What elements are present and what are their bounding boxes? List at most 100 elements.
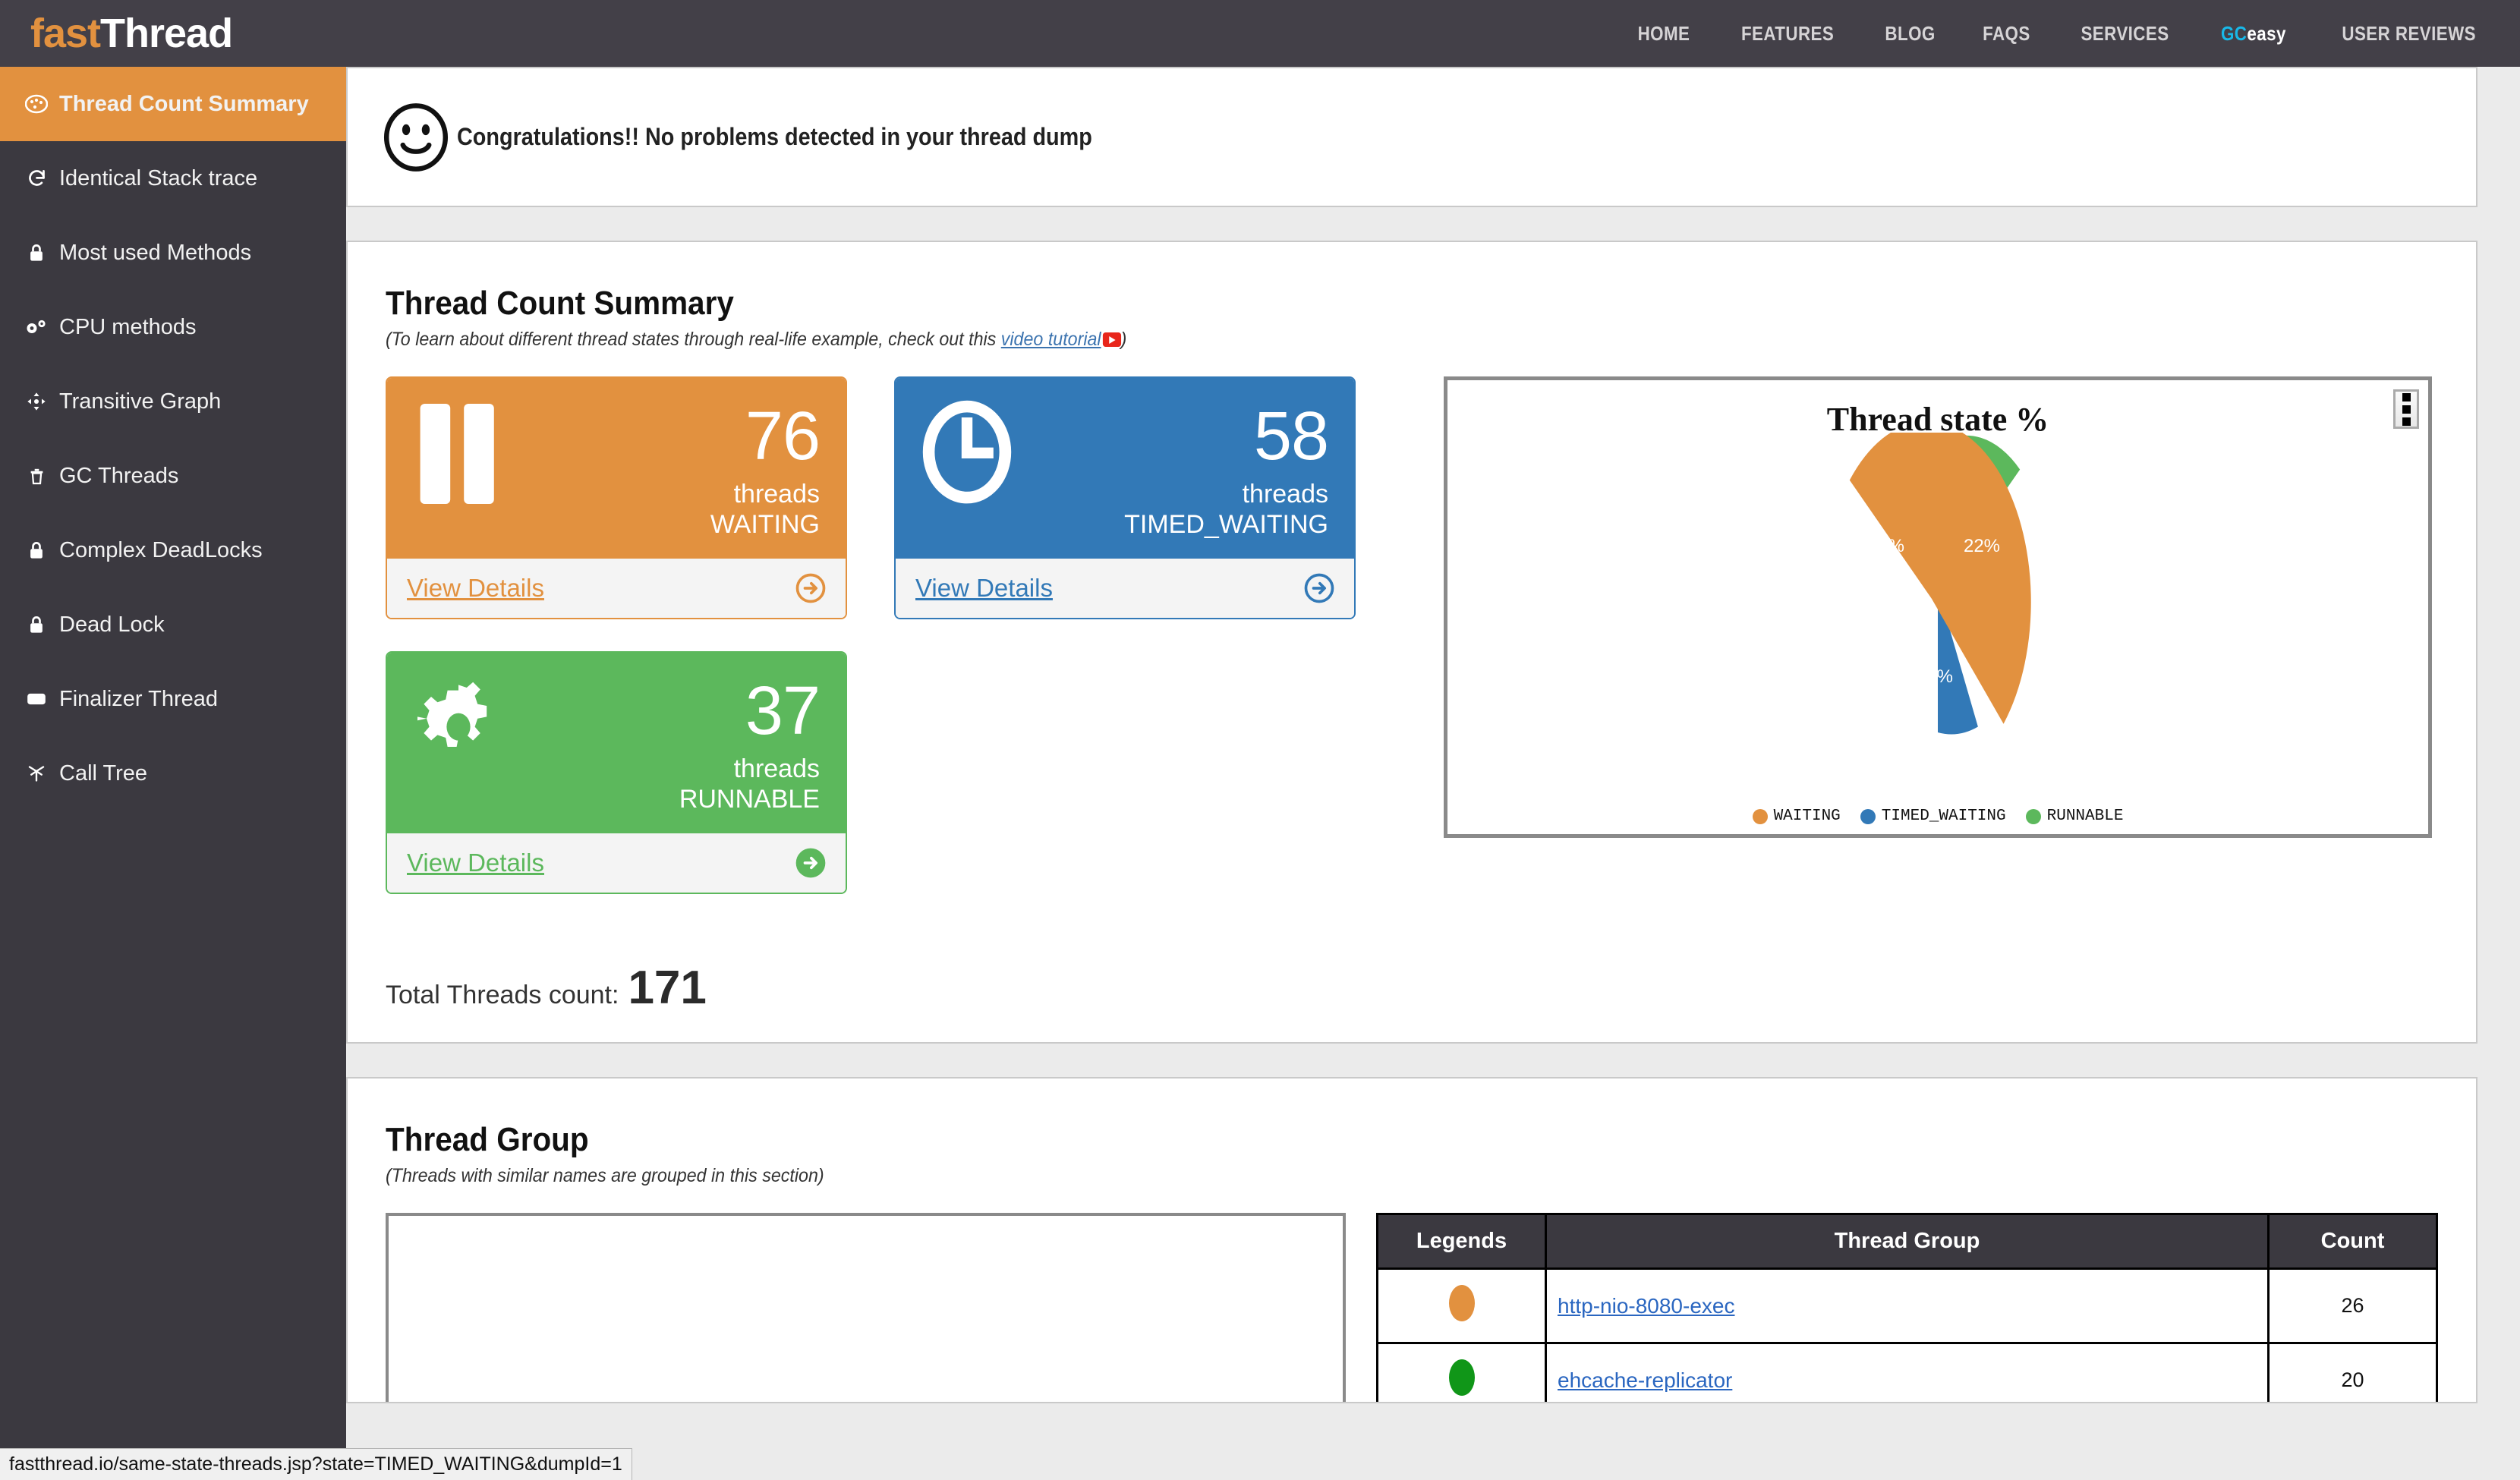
nav-gceasy-gc: GC	[2220, 21, 2248, 45]
youtube-icon[interactable]	[1102, 332, 1121, 347]
arrow-circle-right-icon[interactable]	[795, 573, 826, 603]
card-timed-waiting-footer[interactable]: View Details	[896, 559, 1354, 618]
card-runnable-view-details-link[interactable]: View Details	[407, 849, 544, 877]
sidebar-item-dead-lock[interactable]: Dead Lock	[0, 587, 346, 662]
nav-gceasy[interactable]: GCeasy	[2221, 22, 2286, 46]
nav-user-reviews[interactable]: USER REVIEWS	[2342, 22, 2476, 46]
nav-gceasy-easy: easy	[2247, 21, 2286, 45]
thread-group-link[interactable]: ehcache-replicator	[1558, 1368, 1732, 1392]
pie-chart-canvas: 22% 34% 44%	[1447, 433, 2428, 751]
main-content-area: Congratulations!! No problems detected i…	[346, 67, 2520, 1480]
row-count-cell: 20	[2267, 1342, 2438, 1402]
vertical-dots-menu-icon[interactable]	[2393, 389, 2419, 429]
status-bar-url: fastthread.io/same-state-threads.jsp?sta…	[9, 1453, 622, 1475]
sidebar-navigation: Thread Count Summary Identical Stack tra…	[0, 67, 346, 1480]
sidebar-item-transitive-graph[interactable]: Transitive Graph	[0, 364, 346, 439]
sidebar-item-cpu-methods[interactable]: CPU methods	[0, 290, 346, 364]
thread-group-title: Thread Group	[386, 1121, 589, 1158]
nav-services[interactable]: SERVICES	[2081, 22, 2169, 46]
logo-text-thread: Thread	[100, 11, 233, 56]
card-timed-waiting-unit: threads	[1242, 480, 1328, 509]
sidebar-item-call-tree[interactable]: Call Tree	[0, 736, 346, 811]
thread-group-pie-svg: 9.8% 7.3%	[389, 1216, 1346, 1403]
legend-item-timed-waiting[interactable]: TIMED_WAITING	[1860, 808, 2006, 825]
square-icon	[21, 691, 52, 707]
card-waiting-state: WAITING	[710, 510, 820, 539]
pie-chart-legend: WAITING TIMED_WAITING RUNNABLE	[1447, 808, 2428, 825]
arrow-circle-right-icon[interactable]	[1304, 573, 1334, 603]
top-navigation-bar: fastThread HOME FEATURES BLOG FAQS SERVI…	[0, 0, 2520, 67]
gear-icon	[417, 682, 487, 747]
pie-chart-svg: 22% 34% 44%	[1849, 433, 2031, 735]
gears-icon	[21, 317, 52, 338]
card-waiting-footer[interactable]: View Details	[387, 559, 846, 618]
sidebar-item-identical-stack-trace[interactable]: Identical Stack trace	[0, 141, 346, 216]
summary-body: 76 threads WAITING View Details 58 threa…	[348, 376, 2476, 926]
congratulations-message: Congratulations!! No problems detected i…	[457, 123, 1092, 150]
total-threads-value: 171	[628, 962, 707, 1014]
palette-icon	[21, 94, 52, 114]
row-thread-group-cell: http-nio-8080-exec	[1545, 1267, 2270, 1344]
sidebar-item-finalizer-thread[interactable]: Finalizer Thread	[0, 662, 346, 736]
legend-item-runnable[interactable]: RUNNABLE	[2025, 808, 2124, 825]
card-waiting-unit: threads	[733, 480, 820, 509]
video-tutorial-link[interactable]: video tutorial	[1001, 329, 1101, 350]
card-waiting-view-details-link[interactable]: View Details	[407, 574, 544, 603]
pause-icon	[420, 404, 494, 504]
smiley-face-icon	[383, 102, 449, 172]
legend-item-waiting[interactable]: WAITING	[1752, 808, 1841, 825]
legend-dot-timed-waiting	[1860, 808, 1876, 824]
sidebar-item-most-used-methods[interactable]: Most used Methods	[0, 216, 346, 290]
table-row: ehcache-replicator 20	[1376, 1342, 2438, 1402]
sidebar-label-complex-deadlocks: Complex DeadLocks	[59, 537, 263, 562]
sidebar-item-complex-deadlocks[interactable]: Complex DeadLocks	[0, 513, 346, 587]
thread-group-pie-canvas: 9.8% 7.3%	[389, 1216, 1346, 1403]
thread-state-pie-chart: Thread state % 22% 34% 44% WAITING TIMED…	[1444, 376, 2432, 838]
legend-label-runnable: RUNNABLE	[2046, 808, 2124, 825]
table-header-row: Legends Thread Group Count	[1376, 1213, 2438, 1270]
sidebar-label-most-used-methods: Most used Methods	[59, 240, 252, 265]
sidebar-item-thread-count-summary[interactable]: Thread Count Summary	[0, 67, 346, 141]
state-cards-row-2: 37 threads RUNNABLE View Details	[386, 651, 1418, 926]
sidebar-label-identical-stack-trace: Identical Stack trace	[59, 165, 258, 191]
card-runnable-top: 37 threads RUNNABLE	[387, 653, 846, 833]
nav-blog[interactable]: BLOG	[1885, 22, 1935, 46]
arrow-circle-right-icon[interactable]	[795, 848, 826, 878]
lock-icon	[21, 540, 52, 561]
card-timed-waiting-view-details-link[interactable]: View Details	[915, 574, 1053, 603]
summary-subtitle-pre: (To learn about different thread states …	[386, 329, 1001, 350]
lock-icon	[21, 243, 52, 263]
sidebar-label-gc-threads: GC Threads	[59, 463, 179, 488]
card-runnable[interactable]: 37 threads RUNNABLE View Details	[386, 651, 847, 894]
sitemap-icon	[21, 764, 52, 784]
thread-group-table: Legends Thread Group Count http-nio-8080…	[1376, 1213, 2438, 1402]
card-runnable-unit: threads	[733, 754, 820, 783]
row-legend-cell	[1376, 1342, 1547, 1402]
card-waiting-top: 76 threads WAITING	[387, 378, 846, 559]
sidebar-label-transitive-graph: Transitive Graph	[59, 389, 222, 414]
sidebar-label-thread-count-summary: Thread Count Summary	[59, 91, 309, 116]
legend-dot-runnable	[2025, 808, 2041, 824]
nav-features[interactable]: FEATURES	[1741, 22, 1834, 46]
card-timed-waiting[interactable]: 58 threads TIMED_WAITING View Details	[894, 376, 1356, 619]
row-legend-cell	[1376, 1267, 1547, 1344]
thread-group-link[interactable]: http-nio-8080-exec	[1558, 1294, 1734, 1318]
pie-label-timed-waiting: 34%	[1868, 536, 1904, 556]
thread-count-summary-panel: Thread Count Summary (To learn about dif…	[346, 241, 2477, 1044]
summary-subtitle-post: )	[1120, 329, 1127, 350]
thread-group-table-wrapper: Legends Thread Group Count http-nio-8080…	[1376, 1213, 2438, 1402]
card-waiting[interactable]: 76 threads WAITING View Details	[386, 376, 847, 619]
nav-faqs[interactable]: FAQS	[1983, 22, 2030, 46]
card-runnable-footer[interactable]: View Details	[387, 833, 846, 893]
thread-group-panel: Thread Group (Threads with similar names…	[346, 1077, 2477, 1403]
col-header-legends: Legends	[1376, 1213, 1547, 1270]
site-logo[interactable]: fastThread	[30, 10, 233, 57]
row-thread-group-cell: ehcache-replicator	[1545, 1342, 2270, 1402]
sidebar-item-gc-threads[interactable]: GC Threads	[0, 439, 346, 513]
total-threads-line: Total Threads count: 171	[386, 961, 2476, 1015]
primary-nav-links: HOME FEATURES BLOG FAQS SERVICES GCeasy …	[1633, 22, 2487, 46]
legend-dot	[1448, 1285, 1475, 1321]
legend-dot-waiting	[1752, 808, 1768, 824]
lock-icon	[21, 615, 52, 635]
nav-home[interactable]: HOME	[1637, 22, 1690, 46]
